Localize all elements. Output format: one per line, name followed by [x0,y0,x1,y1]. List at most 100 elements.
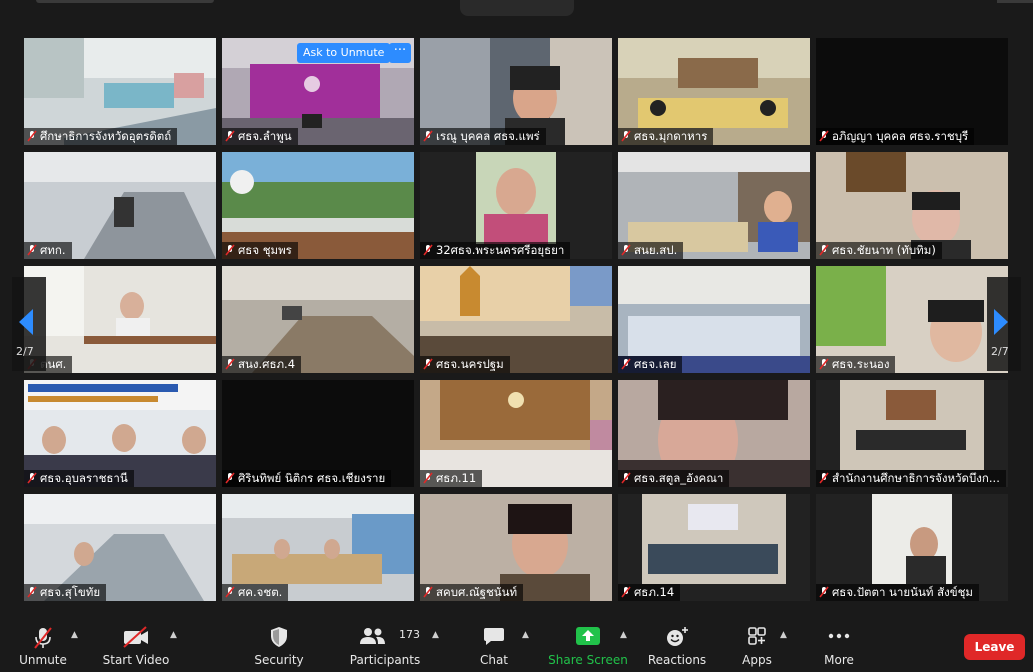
share-screen-button[interactable]: Share Screen [548,616,628,672]
chat-options-caret[interactable]: ▲ [522,630,529,640]
chat-button[interactable]: Chat [466,616,522,672]
muted-mic-icon [225,358,235,370]
participants-options-caret[interactable]: ▲ [432,630,439,640]
participant-name: ศิรินทิพย์ นิติกร ศธจ.เชียงราย [238,471,386,485]
participants-count: 173 [399,628,420,641]
participants-button[interactable]: 173 Participants [346,616,424,672]
participant-tile[interactable]: สำนักงานศึกษาธิการจังหวัดบึงก... [816,380,1008,487]
participant-tile[interactable]: ศธภ.11 [420,380,612,487]
participant-tile[interactable]: ศธจ.อุบลราชธานี [24,380,216,487]
participant-tile[interactable]: สคบศ.ณัฐชนันท์ [420,494,612,601]
participant-tile[interactable]: ศิรินทิพย์ นิติกร ศธจ.เชียงราย [222,380,414,487]
more-button[interactable]: More [814,616,864,672]
participant-tile[interactable]: 32ศธจ.พระนครศรีอยุธยา [420,152,612,259]
participant-tile[interactable]: ศธจ.ระนอง [816,266,1008,373]
share-screen-options-caret[interactable]: ▲ [620,630,627,640]
video-gallery-grid: ศึกษาธิการจังหวัดอุตรดิตถ์ ศธจ.ลำพูน เรณ… [24,38,1010,603]
participant-name: ศธจ.ลำพูน [238,129,292,143]
muted-mic-icon [225,244,235,256]
next-page-button[interactable]: 2/7 [987,277,1021,371]
participant-name: สคบศ.ณัฐชนันท์ [436,585,518,599]
muted-mic-icon [423,130,433,142]
audio-options-caret[interactable]: ▲ [71,630,78,640]
reactions-label: Reactions [647,653,707,667]
video-off-icon [123,626,148,648]
share-screen-label: Share Screen [548,653,628,667]
participant-tile[interactable]: ศทก. [24,152,216,259]
participant-name: ศึกษาธิการจังหวัดอุตรดิตถ์ [40,129,172,143]
unmute-label: Unmute [19,653,67,667]
participant-name: ศธจ.ปัตตา นายนันท์ สังข์ชุม [832,585,973,599]
participant-tile[interactable]: ศธจ ชุมพร [222,152,414,259]
muted-microphone-icon [34,627,52,649]
muted-mic-icon [621,244,631,256]
participant-tile[interactable]: สนง.ศธภ.4 [222,266,414,373]
meeting-toolbar: Unmute ▲ Start Video ▲ Security 173 Part… [0,616,1033,672]
apps-options-caret[interactable]: ▲ [780,630,787,640]
participants-icon [360,628,385,644]
apps-button[interactable]: Apps [734,616,780,672]
ellipsis-icon [828,633,850,639]
security-button[interactable]: Security [250,616,308,672]
previous-page-button[interactable]: 2/7 [12,277,46,371]
participant-tile[interactable]: ตนศ. [24,266,216,373]
participant-tile[interactable]: อภิญญา บุคคล ศธจ.ราชบุรี [816,38,1008,145]
muted-mic-icon [621,358,631,370]
start-video-button[interactable]: Start Video [100,616,172,672]
participant-name: ศธภ.11 [436,471,477,485]
participant-tile[interactable]: ศธจ.มุกดาหาร [618,38,810,145]
apps-icon [748,627,766,645]
top-bar-center-handle[interactable] [460,0,574,16]
participant-tile[interactable]: เรณู บุคคล ศธจ.แพร่ [420,38,612,145]
page-indicator: 2/7 [991,345,1009,358]
unmute-button[interactable]: Unmute [14,616,72,672]
participant-tile[interactable]: ศธภ.14 [618,494,810,601]
muted-mic-icon [819,586,829,598]
reactions-button[interactable]: Reactions [646,616,708,672]
participant-name: ศธจ.มุกดาหาร [634,129,708,143]
participant-name: ศธจ ชุมพร [238,243,292,257]
participant-tile[interactable]: ศธจ.สุโขทัย [24,494,216,601]
apps-label: Apps [742,653,772,667]
participant-name: ศธจ.ชัยนาท (ทับทิม) [832,243,936,257]
muted-mic-icon [819,472,829,484]
muted-mic-icon [27,130,37,142]
muted-mic-icon [27,586,37,598]
muted-mic-icon [423,586,433,598]
participant-tile[interactable]: ศค.จชต. [222,494,414,601]
participant-name: 32ศธจ.พระนครศรีอยุธยา [436,243,565,257]
participant-name: ศธภ.14 [634,585,675,599]
participant-name: ศธจ.สตูล_อังคณา [634,471,724,485]
tile-more-options-button[interactable]: ··· [389,43,411,63]
participant-tile[interactable]: สนย.สป. [618,152,810,259]
participant-tile[interactable]: ศธจ.เลย [618,266,810,373]
participant-name: ศธจ.ระนอง [832,357,890,371]
muted-mic-icon [27,244,37,256]
participant-name: สนย.สป. [634,243,678,257]
participant-name: ศธจ.สุโขทัย [40,585,101,599]
participant-tile[interactable]: ศธจ.สตูล_อังคณา [618,380,810,487]
chat-bubble-icon [484,628,504,645]
chevron-right-icon [994,309,1008,335]
muted-mic-icon [621,586,631,598]
ask-to-unmute-button[interactable]: Ask to Unmute [297,43,391,63]
chat-label: Chat [479,653,509,667]
participant-tile[interactable]: ศธจ.ชัยนาท (ทับทิม) [816,152,1008,259]
participant-tile[interactable]: ศึกษาธิการจังหวัดอุตรดิตถ์ [24,38,216,145]
participant-tile[interactable]: ศธจ.ปัตตา นายนันท์ สังข์ชุม [816,494,1008,601]
top-bar-right [997,0,1033,3]
more-label: More [824,653,854,667]
participant-name: ศธจ.เลย [634,357,677,371]
participant-tile[interactable]: ศธจ.นครปฐม [420,266,612,373]
leave-meeting-button[interactable]: Leave [964,634,1025,660]
muted-mic-icon [621,130,631,142]
start-video-label: Start Video [102,653,170,667]
muted-mic-icon [423,472,433,484]
muted-mic-icon [819,130,829,142]
muted-mic-icon [819,244,829,256]
video-options-caret[interactable]: ▲ [170,630,177,640]
participant-name: ศทก. [40,243,66,257]
muted-mic-icon [225,586,235,598]
participant-name: อภิญญา บุคคล ศธจ.ราชบุรี [832,129,969,143]
share-screen-icon [576,627,600,645]
